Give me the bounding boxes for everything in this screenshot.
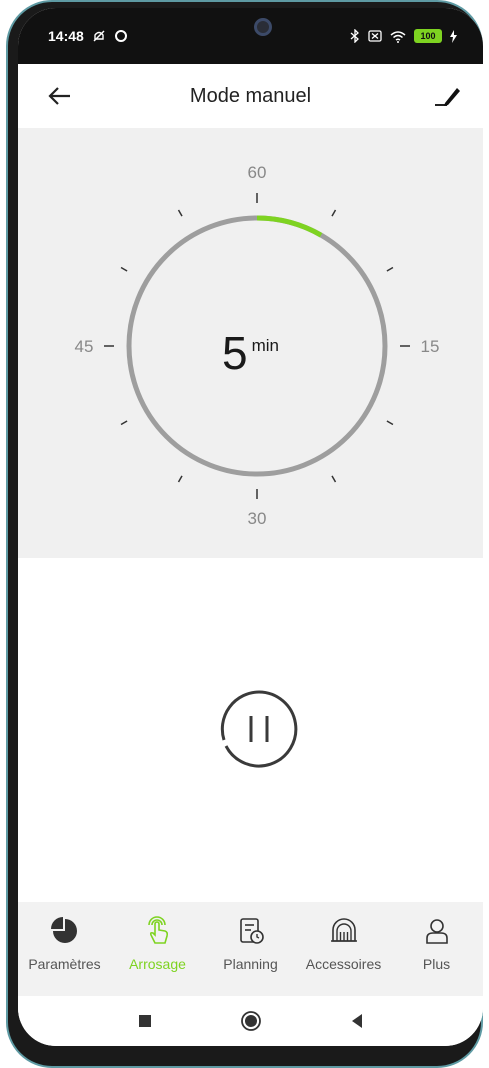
battery-icon: 100 xyxy=(414,29,442,43)
phone-frame: 14:48 100 Mode manuel 60 15 30 45 5 min … xyxy=(6,0,483,1068)
timer-value: 5 xyxy=(222,327,248,379)
tab-parametres[interactable]: Paramètres xyxy=(18,902,111,996)
dial-tick xyxy=(120,420,128,426)
recents-icon[interactable] xyxy=(134,1010,156,1032)
bluetooth-icon xyxy=(350,29,359,43)
sim-off-icon xyxy=(368,30,382,42)
schedule-icon xyxy=(239,918,264,944)
tab-label: Arrosage xyxy=(129,956,186,972)
dial-tick xyxy=(120,266,128,272)
screen: 14:48 100 Mode manuel 60 15 30 45 5 min … xyxy=(18,8,483,1046)
pause-icon[interactable] xyxy=(218,688,300,770)
status-time: 14:48 xyxy=(48,28,84,44)
timer-readout: 5 min xyxy=(18,326,483,380)
tab-accessoires[interactable]: Accessoires xyxy=(297,902,390,996)
back-nav-icon[interactable] xyxy=(346,1010,368,1032)
status-bar: 14:48 100 xyxy=(18,8,483,64)
status-left: 14:48 xyxy=(48,28,128,44)
dial-tick xyxy=(177,209,183,217)
mute-icon xyxy=(93,30,105,42)
tab-label: Plus xyxy=(422,956,451,972)
arrow-left-icon[interactable] xyxy=(46,82,74,110)
dial-tick xyxy=(331,475,337,483)
bottom-tab-bar: Paramètres Arrosage Planning Accessoires… xyxy=(18,902,483,996)
dial-label-30: 30 xyxy=(248,509,267,528)
dial-label-60: 60 xyxy=(248,163,267,182)
tab-arrosage[interactable]: Arrosage xyxy=(111,902,204,996)
pencil-icon[interactable] xyxy=(433,82,461,110)
page-title: Mode manuel xyxy=(189,84,312,107)
tab-planning[interactable]: Planning xyxy=(204,902,297,996)
pie-chart-icon xyxy=(50,917,77,943)
charging-icon xyxy=(450,29,457,43)
home-icon[interactable] xyxy=(240,1010,262,1032)
accessories-icon xyxy=(330,918,357,942)
timer-unit: min xyxy=(251,336,279,355)
tap-hand-icon xyxy=(147,916,168,944)
user-icon xyxy=(425,919,448,944)
wifi-icon xyxy=(390,30,406,43)
tab-plus[interactable]: Plus xyxy=(390,902,483,996)
system-nav-bar xyxy=(18,996,483,1046)
tab-label: Accessoires xyxy=(305,956,382,972)
status-right: 100 xyxy=(350,29,457,43)
dial-tick xyxy=(386,420,394,426)
dial-tick xyxy=(331,209,337,217)
dial-tick xyxy=(177,475,183,483)
ring-icon xyxy=(114,30,127,42)
app-bar: Mode manuel xyxy=(18,64,483,128)
dial-progress-arc xyxy=(256,215,323,238)
dial-tick xyxy=(386,266,394,272)
front-camera xyxy=(254,18,272,36)
tab-label: Planning xyxy=(223,956,278,972)
tab-label: Paramètres xyxy=(28,956,101,972)
